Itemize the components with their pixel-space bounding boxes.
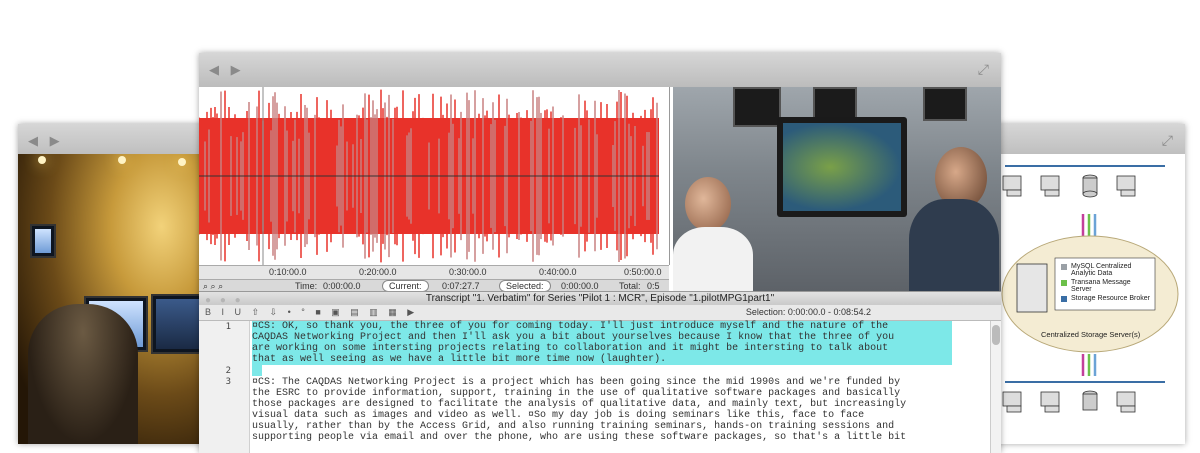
center-window-nav-icons[interactable]: ◀ ▶: [209, 62, 245, 78]
line-number: 2: [225, 366, 231, 376]
ceiling-light: [38, 156, 46, 164]
text-line[interactable]: those packages are designed to facilitat…: [252, 399, 952, 410]
ruler-tick: 0:40:00.0: [539, 267, 577, 277]
transcript-scrollbar[interactable]: [990, 321, 1001, 453]
transcript-toolbar: B I U ⇧ ⇩ • ° ■ ▣ ▤ ▥ ▦ ▶ Selection: 0:0…: [199, 305, 1001, 321]
diagram-caption: Centralized Storage Server(s): [1041, 330, 1141, 339]
text-line[interactable]: ¤CS: The CAQDAS Networking Project is a …: [252, 377, 952, 388]
background-monitor: [813, 87, 857, 121]
ceiling-light: [118, 156, 126, 164]
background-monitor: [923, 87, 967, 121]
center-window-expand-icon[interactable]: ⤢: [978, 61, 989, 78]
selection-label: Selection:: [745, 307, 786, 317]
right-window-expand-icon[interactable]: ⤢: [1162, 132, 1173, 149]
background-monitor: [733, 87, 781, 127]
line-number: 1: [225, 322, 231, 332]
selection-value: 0:00:00.0 - 0:08:54.2: [787, 307, 871, 317]
current-value: 0:07:27.7: [442, 281, 480, 291]
scrollbar-thumb[interactable]: [992, 325, 1000, 345]
studio-photo: [18, 154, 223, 444]
formatting-tool-icons[interactable]: B I U ⇧ ⇩ • ° ■ ▣ ▤ ▥ ▦ ▶: [205, 305, 418, 320]
total-value: 0:5: [647, 281, 660, 291]
left-window: ◀ ▶: [18, 124, 223, 444]
right-window: ⤢ MySQL Centralized Analytic Data Transa…: [985, 124, 1185, 444]
waveform-ruler: 0:10:00.0 0:20:00.0 0:30:00.0 0:40:00.0 …: [199, 265, 669, 280]
time-label: Time:: [295, 281, 318, 291]
game-monitor: [777, 117, 907, 217]
paragraph-1[interactable]: ¤CS: OK, so thank you, the three of you …: [252, 321, 952, 365]
text-line[interactable]: supporting people via email and over the…: [252, 432, 952, 443]
selection-readout: Selection: 0:00:00.0 - 0:08:54.2: [746, 305, 871, 320]
player-head: [685, 177, 731, 231]
text-line[interactable]: are working on some intersting projects …: [252, 343, 952, 354]
studio-person: [28, 304, 138, 444]
ceiling-light: [178, 158, 186, 166]
text-line-empty[interactable]: [252, 365, 262, 376]
left-window-nav-icons[interactable]: ◀ ▶: [28, 133, 64, 149]
paragraph-2[interactable]: [252, 365, 952, 376]
total-label: Total:: [619, 281, 641, 291]
studio-image: [18, 154, 223, 444]
text-line[interactable]: the ESRC to provide information, support…: [252, 388, 952, 399]
time-value: 0:00:00.0: [323, 281, 361, 291]
text-line[interactable]: usually, rather than by the Access Grid,…: [252, 421, 952, 432]
transcript-title: Transcript "1. Verbatim" for Series "Pil…: [425, 293, 775, 304]
left-window-titlebar: ◀ ▶: [18, 124, 223, 158]
ruler-tick: 0:50:00.0: [624, 267, 662, 277]
text-line[interactable]: CAQDAS Networking Project and then I'll …: [252, 332, 952, 343]
line-number: 3: [225, 377, 231, 387]
ruler-tick: 0:10:00.0: [269, 267, 307, 277]
workstation-icon: [1002, 175, 1136, 197]
transcript-titlebar: ● ● ● Transcript "1. Verbatim" for Serie…: [199, 291, 1001, 306]
diagram-panel: MySQL Centralized Analytic Data Transana…: [985, 154, 1185, 444]
ruler-tick: 0:30:00.0: [449, 267, 487, 277]
text-line[interactable]: visual data such as images and video as …: [252, 410, 952, 421]
center-window-content: 0:10:00.0 0:20:00.0 0:30:00.0 0:40:00.0 …: [199, 87, 1001, 453]
right-window-titlebar: ⤢: [985, 124, 1185, 158]
player-shirt: [909, 199, 999, 291]
gaming-photo: [673, 87, 1001, 291]
waveform[interactable]: [199, 87, 669, 265]
waveform-panel[interactable]: [199, 87, 670, 265]
center-window: ◀ ▶ ⤢ 0:10:00.0 0:20:00.0 0:30:00.0 0:40…: [199, 53, 1001, 453]
selected-value: 0:00:00.0: [561, 281, 599, 291]
studio-monitor: [30, 224, 56, 258]
center-window-titlebar: ◀ ▶ ⤢: [199, 53, 1001, 87]
diagram-legend-message-server: Transana Message Server: [1071, 279, 1131, 293]
ruler-tick: 0:20:00.0: [359, 267, 397, 277]
database-icon: [1082, 174, 1098, 198]
line-number-gutter: [199, 321, 250, 453]
diagram-legend-mysql: MySQL Centralized Analytic Data: [1071, 263, 1132, 277]
text-line[interactable]: that as well seeing as we have a little …: [252, 354, 952, 365]
diagram-legend-srb: Storage Resource Broker: [1071, 295, 1150, 302]
player-shirt: [673, 227, 753, 291]
server-icon: [1016, 263, 1048, 313]
paragraph-3[interactable]: ¤CS: The CAQDAS Networking Project is a …: [252, 377, 952, 443]
text-line[interactable]: ¤CS: OK, so thank you, the three of you …: [252, 321, 952, 332]
transcript-editor[interactable]: 1 2 3 ¤CS: OK, so thank you, the three o…: [199, 321, 1001, 453]
